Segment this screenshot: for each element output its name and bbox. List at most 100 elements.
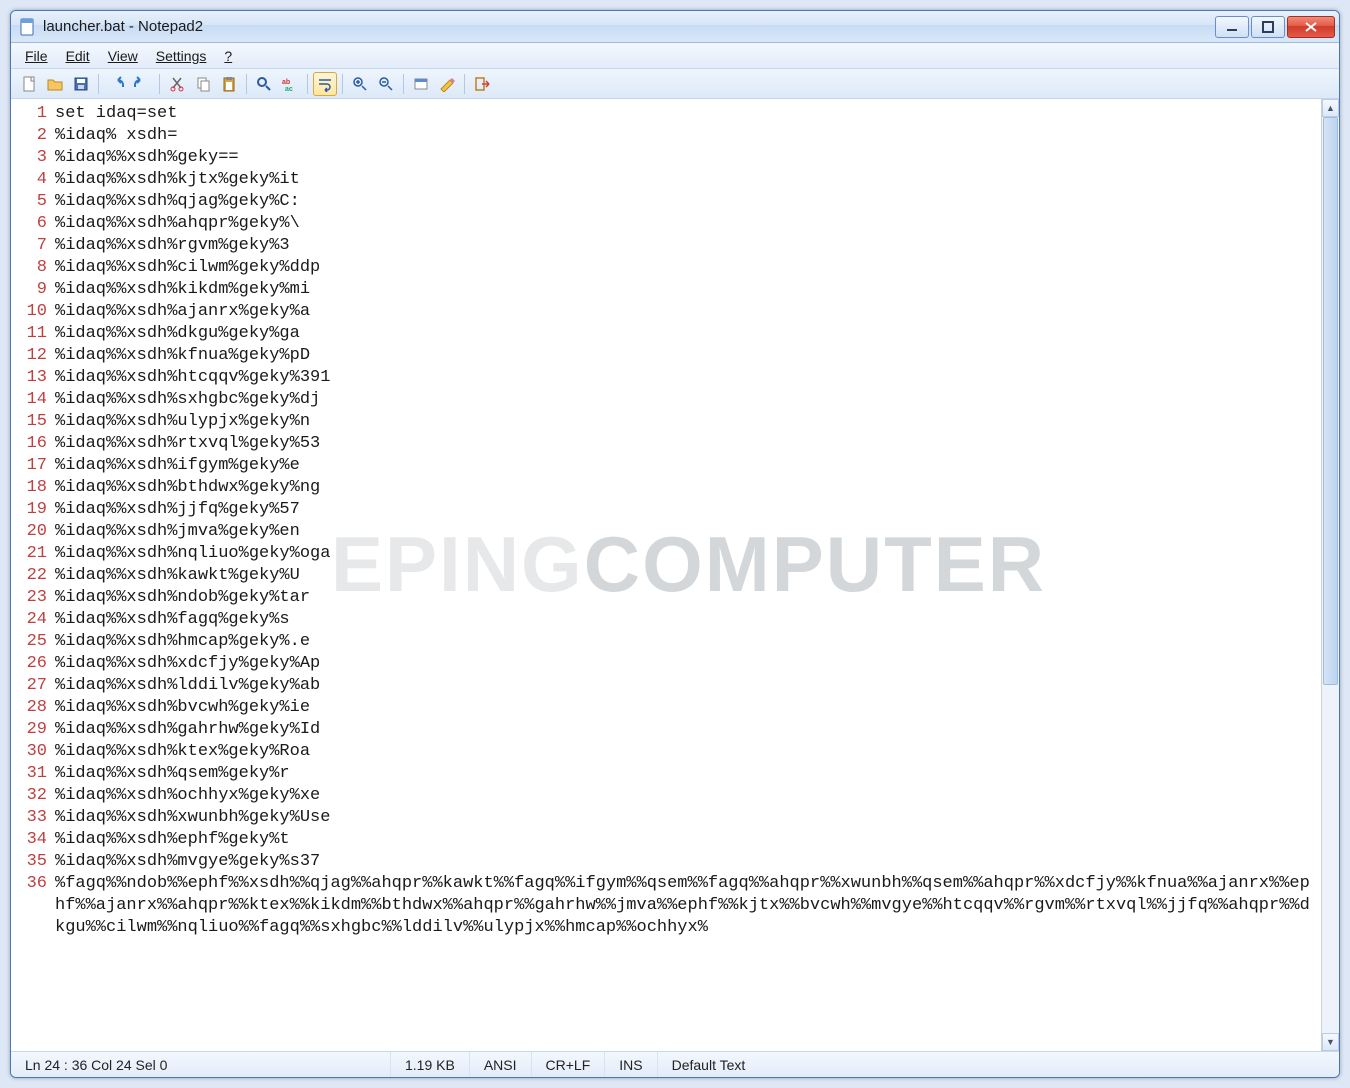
code-line[interactable]: %idaq%%xsdh%kfnua%geky%pD — [55, 345, 1315, 367]
line-number: 34 — [11, 829, 47, 851]
line-number: 11 — [11, 323, 47, 345]
code-line[interactable]: %idaq%%xsdh%xwunbh%geky%Use — [55, 807, 1315, 829]
code-line[interactable]: %idaq%%xsdh%jmva%geky%en — [55, 521, 1315, 543]
code-line[interactable]: %idaq%%xsdh%rtxvql%geky%53 — [55, 433, 1315, 455]
code-line[interactable]: %idaq%%xsdh%bvcwh%geky%ie — [55, 697, 1315, 719]
code-line[interactable]: %idaq%%xsdh%mvgye%geky%s37 — [55, 851, 1315, 873]
code-line[interactable]: %idaq%%xsdh%ifgym%geky%e — [55, 455, 1315, 477]
code-line[interactable]: %idaq%%xsdh%ahqpr%geky%\ — [55, 213, 1315, 235]
status-eol[interactable]: CR+LF — [532, 1052, 606, 1077]
scroll-up-icon[interactable]: ▲ — [1322, 99, 1339, 117]
statusbar: Ln 24 : 36 Col 24 Sel 0 1.19 KB ANSI CR+… — [11, 1051, 1339, 1077]
customize-icon[interactable] — [435, 72, 459, 96]
menu-settings[interactable]: Settings — [148, 46, 215, 66]
line-number: 5 — [11, 191, 47, 213]
editor-area[interactable]: EPINGCOMPUTER 12345678910111213141516171… — [11, 99, 1339, 1051]
zoom-in-icon[interactable] — [348, 72, 372, 96]
code-line[interactable]: %idaq%%xsdh%bthdwx%geky%ng — [55, 477, 1315, 499]
find-icon[interactable] — [252, 72, 276, 96]
code-line[interactable]: %idaq%%xsdh%ndob%geky%tar — [55, 587, 1315, 609]
line-number: 2 — [11, 125, 47, 147]
menu-file[interactable]: File — [17, 46, 56, 66]
line-number: 7 — [11, 235, 47, 257]
scheme-icon[interactable] — [409, 72, 433, 96]
line-number: 8 — [11, 257, 47, 279]
scroll-track[interactable] — [1322, 117, 1339, 1033]
code-line[interactable]: %fagq%%ndob%%ephf%%xsdh%%qjag%%ahqpr%%ka… — [55, 873, 1315, 939]
line-number: 10 — [11, 301, 47, 323]
zoom-out-icon[interactable] — [374, 72, 398, 96]
menu-help[interactable]: ? — [216, 46, 240, 66]
code-line[interactable]: %idaq%%xsdh%xdcfjy%geky%Ap — [55, 653, 1315, 675]
close-button[interactable] — [1287, 16, 1335, 38]
code-line[interactable]: %idaq% xsdh= — [55, 125, 1315, 147]
code-line[interactable]: %idaq%%xsdh%dkgu%geky%ga — [55, 323, 1315, 345]
scroll-down-icon[interactable]: ▼ — [1322, 1033, 1339, 1051]
code-line[interactable]: %idaq%%xsdh%htcqqv%geky%391 — [55, 367, 1315, 389]
maximize-button[interactable] — [1251, 16, 1285, 38]
line-number: 26 — [11, 653, 47, 675]
menu-edit[interactable]: Edit — [58, 46, 98, 66]
code-line[interactable]: %idaq%%xsdh%fagq%geky%s — [55, 609, 1315, 631]
line-number: 28 — [11, 697, 47, 719]
minimize-button[interactable] — [1215, 16, 1249, 38]
exit-icon[interactable] — [470, 72, 494, 96]
line-number: 36 — [11, 873, 47, 895]
code-line[interactable]: %idaq%%xsdh%geky== — [55, 147, 1315, 169]
svg-text:ab: ab — [282, 79, 290, 86]
word-wrap-icon[interactable] — [313, 72, 337, 96]
line-number: 15 — [11, 411, 47, 433]
save-icon[interactable] — [69, 72, 93, 96]
line-number: 33 — [11, 807, 47, 829]
open-folder-icon[interactable] — [43, 72, 67, 96]
line-number: 14 — [11, 389, 47, 411]
code-line[interactable]: %idaq%%xsdh%gahrhw%geky%Id — [55, 719, 1315, 741]
toolbar-separator — [98, 74, 99, 94]
code-line[interactable]: %idaq%%xsdh%lddilv%geky%ab — [55, 675, 1315, 697]
line-number: 32 — [11, 785, 47, 807]
code-line[interactable]: %idaq%%xsdh%kawkt%geky%U — [55, 565, 1315, 587]
line-number: 13 — [11, 367, 47, 389]
line-number: 29 — [11, 719, 47, 741]
replace-icon[interactable]: abac — [278, 72, 302, 96]
line-number: 30 — [11, 741, 47, 763]
status-encoding[interactable]: ANSI — [470, 1052, 532, 1077]
code-line[interactable]: %idaq%%xsdh%sxhgbc%geky%dj — [55, 389, 1315, 411]
code-line[interactable]: %idaq%%xsdh%nqliuo%geky%oga — [55, 543, 1315, 565]
line-number: 23 — [11, 587, 47, 609]
menu-view[interactable]: View — [100, 46, 146, 66]
code-line[interactable]: %idaq%%xsdh%rgvm%geky%3 — [55, 235, 1315, 257]
code-line[interactable]: %idaq%%xsdh%ulypjx%geky%n — [55, 411, 1315, 433]
line-number: 18 — [11, 477, 47, 499]
copy-icon[interactable] — [191, 72, 215, 96]
paste-icon[interactable] — [217, 72, 241, 96]
line-number: 4 — [11, 169, 47, 191]
code-line[interactable]: %idaq%%xsdh%kjtx%geky%it — [55, 169, 1315, 191]
redo-icon[interactable] — [130, 72, 154, 96]
code-line[interactable]: %idaq%%xsdh%ktex%geky%Roa — [55, 741, 1315, 763]
code-line[interactable]: %idaq%%xsdh%qjag%geky%C: — [55, 191, 1315, 213]
code-line[interactable]: %idaq%%xsdh%qsem%geky%r — [55, 763, 1315, 785]
line-number: 22 — [11, 565, 47, 587]
undo-icon[interactable] — [104, 72, 128, 96]
code-line[interactable]: %idaq%%xsdh%ephf%geky%t — [55, 829, 1315, 851]
line-number: 9 — [11, 279, 47, 301]
toolbar-separator — [464, 74, 465, 94]
status-scheme[interactable]: Default Text — [658, 1052, 1339, 1077]
status-insert-mode[interactable]: INS — [605, 1052, 657, 1077]
vertical-scrollbar[interactable]: ▲ ▼ — [1321, 99, 1339, 1051]
app-window: launcher.bat - Notepad2 File Edit View S… — [10, 10, 1340, 1078]
code-line[interactable]: %idaq%%xsdh%ajanrx%geky%a — [55, 301, 1315, 323]
code-line[interactable]: set idaq=set — [55, 103, 1315, 125]
code-line[interactable]: %idaq%%xsdh%cilwm%geky%ddp — [55, 257, 1315, 279]
code-line[interactable]: %idaq%%xsdh%jjfq%geky%57 — [55, 499, 1315, 521]
code-line[interactable]: %idaq%%xsdh%hmcap%geky%.e — [55, 631, 1315, 653]
code-line[interactable]: %idaq%%xsdh%ochhyx%geky%xe — [55, 785, 1315, 807]
cut-icon[interactable] — [165, 72, 189, 96]
new-file-icon[interactable] — [17, 72, 41, 96]
scroll-thumb[interactable] — [1323, 117, 1338, 685]
code-line[interactable]: %idaq%%xsdh%kikdm%geky%mi — [55, 279, 1315, 301]
toolbar-separator — [307, 74, 308, 94]
menubar: File Edit View Settings ? — [11, 43, 1339, 69]
code-editor[interactable]: set idaq=set%idaq% xsdh=%idaq%%xsdh%geky… — [51, 99, 1321, 1051]
